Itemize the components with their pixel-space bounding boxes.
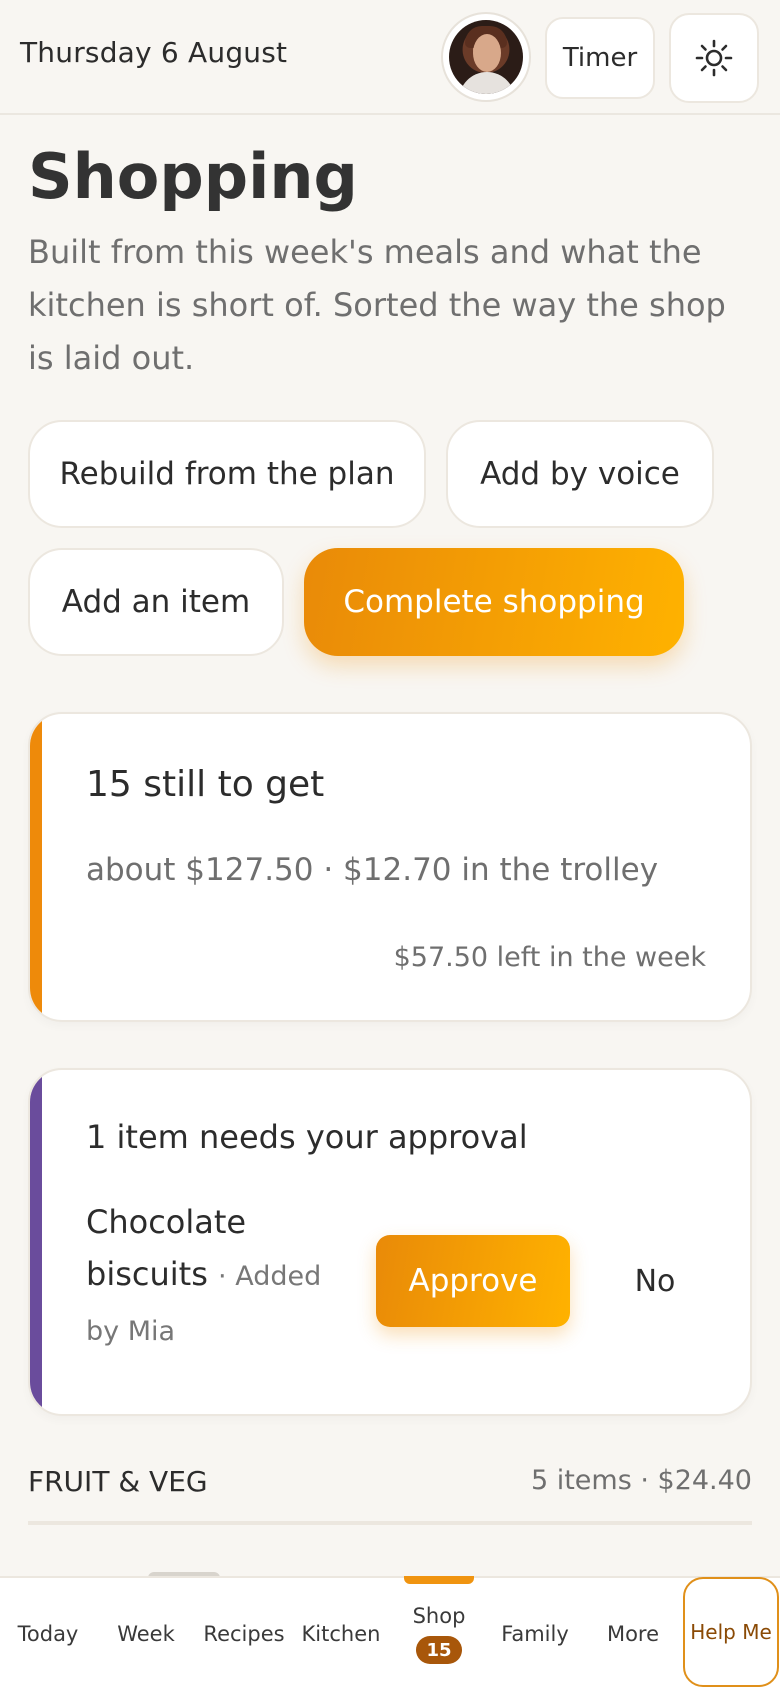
page-intro: Built from this week's meals and what th… <box>28 233 726 377</box>
approval-item: Chocolate biscuits · Added by Mia <box>86 1196 336 1358</box>
nav-week[interactable]: Week <box>98 1578 194 1688</box>
timer-button[interactable]: Timer <box>545 17 655 99</box>
theme-toggle-button[interactable] <box>669 13 759 103</box>
avatar-photo <box>449 20 523 94</box>
bottom-nav: Today Week Recipes Kitchen Shop 15 Famil… <box>0 1576 780 1688</box>
add-item-button[interactable]: Add an item <box>28 548 284 656</box>
top-bar: Thursday 6 August Timer <box>0 0 780 115</box>
nav-today[interactable]: Today <box>0 1578 96 1688</box>
approve-button[interactable]: Approve <box>376 1235 570 1327</box>
nav-recipes[interactable]: Recipes <box>196 1578 292 1688</box>
nav-label: Today <box>17 1622 79 1646</box>
current-date: Thursday 6 August <box>20 36 288 69</box>
reject-button[interactable]: No <box>620 1235 690 1327</box>
shopping-summary-card: 15 still to get about $127.50 · $12.70 i… <box>28 712 752 1022</box>
cost-summary: about $127.50 · $12.70 in the trolley <box>86 852 659 888</box>
budget-remaining: $57.50 left in the week <box>393 942 706 973</box>
shop-count-badge: 15 <box>416 1636 462 1664</box>
nav-kitchen[interactable]: Kitchen <box>293 1578 389 1688</box>
section-header-fruit-veg[interactable]: FRUIT & VEG 5 items · $24.40 <box>28 1465 752 1525</box>
items-remaining: 15 still to get <box>86 764 325 805</box>
card-accent <box>30 1070 42 1414</box>
avatar[interactable] <box>441 12 531 102</box>
nav-label: Family <box>501 1622 569 1646</box>
approval-card: 1 item needs your approval Chocolate bis… <box>28 1068 752 1416</box>
page-title: Shopping <box>28 140 358 213</box>
nav-label: More <box>606 1622 660 1646</box>
sun-icon <box>695 39 733 77</box>
nav-more[interactable]: More <box>585 1578 681 1688</box>
nav-label: Week <box>117 1622 175 1646</box>
nav-label: Recipes <box>203 1622 285 1646</box>
add-by-voice-button[interactable]: Add by voice <box>446 420 714 528</box>
card-accent <box>30 714 42 1020</box>
help-me-button[interactable]: Help Me <box>683 1577 779 1687</box>
complete-shopping-button[interactable]: Complete shopping <box>304 548 684 656</box>
approval-title: 1 item needs your approval <box>86 1118 528 1156</box>
nav-family[interactable]: Family <box>487 1578 583 1688</box>
rebuild-from-plan-button[interactable]: Rebuild from the plan <box>28 420 426 528</box>
nav-label: Shop <box>412 1604 466 1628</box>
section-name: FRUIT & VEG <box>28 1465 208 1498</box>
nav-label: Kitchen <box>301 1622 381 1646</box>
nav-shop[interactable]: Shop 15 <box>391 1578 487 1688</box>
section-meta: 5 items · $24.40 <box>530 1465 752 1496</box>
nav-active-indicator <box>404 1576 474 1584</box>
